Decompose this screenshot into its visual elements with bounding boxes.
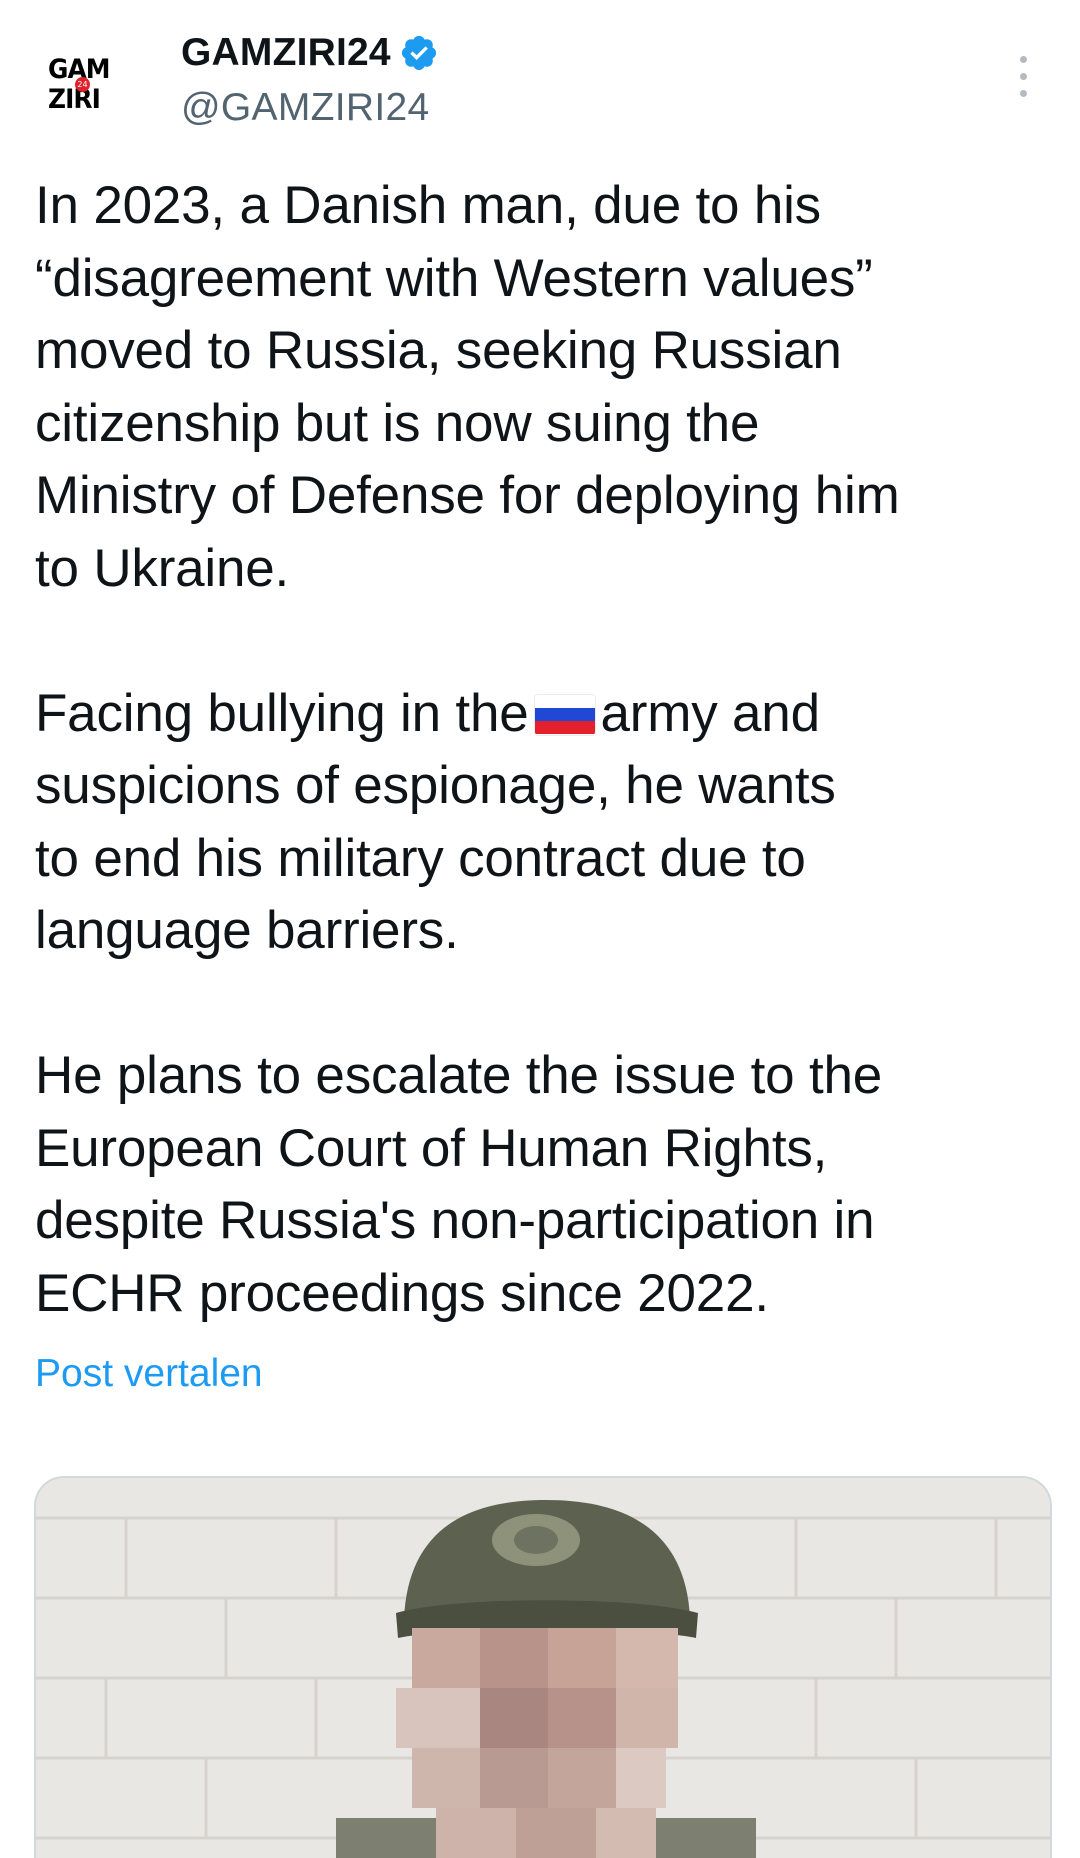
tweet-text: In 2023, a Danish man, due to his “disag… (35, 170, 1045, 1330)
display-name[interactable]: GAMZIRI24 (181, 31, 391, 75)
text-line: suspicions of espionage, he wants (35, 756, 836, 815)
text-line: citizenship but is now suing the (35, 393, 760, 453)
tweet: GAM ZIRI 24 GAMZIRI24 @GAMZIRI24 In 2023… (0, 0, 1080, 1858)
more-dot (1020, 56, 1027, 63)
text-line: to Ukraine. (35, 538, 290, 598)
avatar-badge: 24 (75, 77, 90, 92)
avatar[interactable]: GAM ZIRI 24 (34, 30, 148, 144)
more-dot (1020, 90, 1027, 97)
translate-post-link[interactable]: Post vertalen (35, 1352, 263, 1396)
tweet-header: GAM ZIRI 24 GAMZIRI24 @GAMZIRI24 (0, 0, 1080, 150)
verified-badge-icon (401, 35, 436, 71)
text-fragment: Facing bullying in the (35, 683, 529, 743)
avatar-logo: GAM ZIRI (48, 54, 111, 115)
paragraph: In 2023, a Danish man, due to his “disag… (35, 170, 1045, 605)
paragraph: He plans to escalate the issue to the Eu… (35, 1040, 1045, 1330)
text-line: to end his military contract due to (35, 828, 806, 888)
russia-flag-icon (534, 694, 595, 735)
text-line: despite Russia's non-participation in (35, 1191, 875, 1250)
text-line: “disagreement with Western values” (35, 248, 873, 308)
text-line: In 2023, a Danish man, due to his (35, 176, 821, 235)
text-line: language barriers. (35, 901, 459, 960)
paragraph: Facing bullying in the army and suspicion… (35, 678, 1045, 968)
text-line: Ministry of Defense for deploying him (35, 466, 900, 525)
text-line: He plans to escalate the issue to the (35, 1046, 883, 1105)
text-line: European Court of Human Rights, (35, 1118, 828, 1178)
soldier-photo (36, 1478, 1050, 1858)
text-line: moved to Russia, seeking Russian (35, 321, 842, 380)
handle[interactable]: @GAMZIRI24 (181, 86, 429, 130)
text-line: ECHR proceedings since 2022. (35, 1263, 769, 1323)
text-fragment: army and (600, 683, 821, 743)
text-line: Facing bullying in the army and (35, 678, 1045, 751)
name-row[interactable]: GAMZIRI24 (181, 28, 439, 78)
more-vertical-icon[interactable] (1012, 54, 1036, 100)
media-image[interactable] (34, 1476, 1052, 1858)
more-dot (1020, 73, 1027, 80)
